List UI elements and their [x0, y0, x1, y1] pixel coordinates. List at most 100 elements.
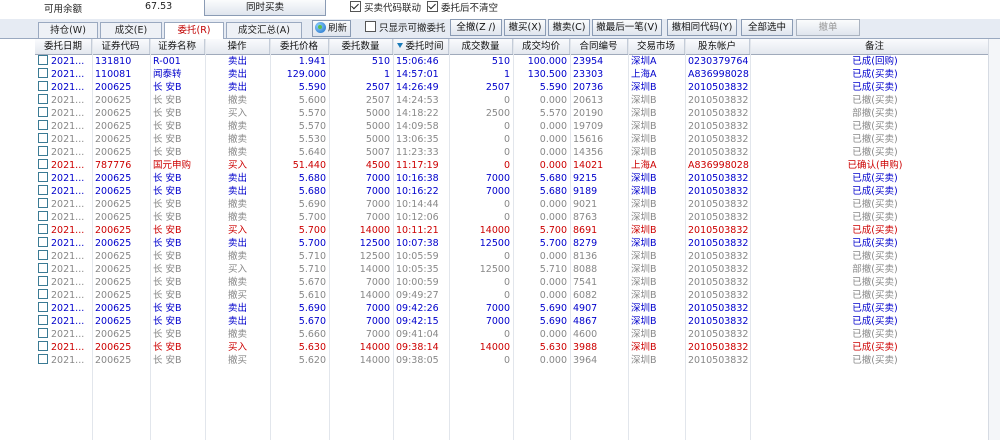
col-header-order-time[interactable]: 委托时间: [393, 39, 449, 54]
cell-text: 卖出: [227, 69, 247, 80]
cell-contract-no: 20613: [570, 94, 628, 107]
row-select-checkbox[interactable]: [38, 185, 48, 195]
cell-order-quantity: 7000: [329, 315, 393, 328]
tab-orders[interactable]: 委托(R): [164, 22, 224, 39]
row-select-checkbox[interactable]: [38, 159, 48, 169]
refresh-button[interactable]: 刷新: [312, 20, 352, 37]
col-header-order-quantity[interactable]: 委托数量: [329, 39, 393, 54]
cancel-buy-button[interactable]: 撤买(X): [504, 19, 546, 36]
table-row[interactable]: 2021... 200625 长 安B 撤卖 5.670 7000 10:00:59 0 0.0…: [35, 276, 1000, 289]
col-header-operation[interactable]: 操作: [205, 39, 270, 54]
cell-security-code: 200625: [92, 172, 150, 185]
col-header-order-date[interactable]: 委托日期: [35, 39, 92, 54]
row-select-checkbox[interactable]: [38, 172, 48, 182]
table-row[interactable]: 2021... 200625 长 安B 撤买 5.610 14000 09:49:27 0 0.…: [35, 289, 1000, 302]
col-header-security-name[interactable]: 证券名称: [150, 39, 205, 54]
table-row[interactable]: 2021... 200625 长 安B 卖出 5.590 2507 14:26:49 2507…: [35, 81, 1000, 94]
table-row[interactable]: 2021... 200625 长 安B 卖出 5.670 7000 09:42:15 7000…: [35, 315, 1000, 328]
row-select-checkbox[interactable]: [38, 276, 48, 286]
row-select-checkbox[interactable]: [38, 55, 48, 65]
col-header-remark[interactable]: 备注: [750, 39, 1000, 54]
row-select-checkbox[interactable]: [38, 120, 48, 130]
table-row[interactable]: 2021... 200625 长 安B 卖出 5.700 12500 10:07:38 125…: [35, 237, 1000, 250]
table-row[interactable]: 2021... 200625 长 安B 撤卖 5.640 5007 11:23:33 0 0.0…: [35, 146, 1000, 159]
table-row[interactable]: 2021... 787776 国元申购 买入 51.440 4500 11:17:19 0 0.…: [35, 159, 1000, 172]
cell-text: 0: [503, 199, 510, 210]
row-select-checkbox[interactable]: [38, 107, 48, 117]
cell-filled-quantity: 510: [449, 55, 513, 68]
col-header-label: 委托时间: [405, 41, 444, 52]
cell-text: 2021...: [51, 225, 85, 236]
row-select-checkbox[interactable]: [38, 341, 48, 351]
table-row[interactable]: 2021... 200625 长 安B 卖出 5.680 7000 10:16:38 7000…: [35, 172, 1000, 185]
tab-trade-summary[interactable]: 成交汇总(A): [226, 22, 302, 38]
row-select-checkbox[interactable]: [38, 354, 48, 364]
cell-shareholder-account: 2010503832: [685, 224, 750, 237]
tab-trades[interactable]: 成交(E): [100, 22, 162, 38]
table-row[interactable]: 2021... 200625 长 安B 卖出 5.680 7000 10:16:22 7000…: [35, 185, 1000, 198]
row-select-checkbox[interactable]: [38, 263, 48, 273]
row-select-checkbox[interactable]: [38, 224, 48, 234]
cancel-same-code-button[interactable]: 撤相同代码(Y): [667, 19, 737, 36]
col-header-market[interactable]: 交易市场: [628, 39, 685, 54]
table-row[interactable]: 2021... 200625 长 安B 撤卖 5.660 7000 09:41:04 0 0.0…: [35, 328, 1000, 341]
only-cancelable-check-icon[interactable]: [365, 21, 376, 32]
table-row[interactable]: 2021... 200625 长 安B 撤卖 5.690 7000 10:14:44 0 0.0…: [35, 198, 1000, 211]
cancel-all-button[interactable]: 全撤(Z /): [450, 19, 502, 36]
no-clear-check-icon[interactable]: [427, 1, 438, 12]
cell-text: 5.570: [539, 108, 567, 119]
row-select-checkbox[interactable]: [38, 315, 48, 325]
table-row[interactable]: 2021... 200625 长 安B 撤卖 5.570 5000 14:09:58 0 0.0…: [35, 120, 1000, 133]
row-select-checkbox[interactable]: [38, 198, 48, 208]
cell-order-quantity: 2507: [329, 81, 393, 94]
cell-security-name: 闻泰转: [150, 68, 205, 81]
row-select-checkbox[interactable]: [38, 289, 48, 299]
row-select-checkbox[interactable]: [38, 146, 48, 156]
table-row[interactable]: 2021... 131810 R-001 卖出 1.941 510 15:06:46 510 1…: [35, 55, 1000, 68]
table-row[interactable]: 2021... 200625 长 安B 买入 5.570 5000 14:18:22 2500…: [35, 107, 1000, 120]
code-link-checkbox[interactable]: 买卖代码联动: [350, 1, 421, 15]
table-row[interactable]: 2021... 200625 长 安B 撤卖 5.710 12500 10:05:59 0 0.…: [35, 250, 1000, 263]
tab-positions[interactable]: 持仓(W): [38, 22, 98, 38]
only-cancelable-checkbox[interactable]: 只显示可撤委托: [365, 21, 446, 35]
cell-order-quantity: 1: [329, 68, 393, 81]
code-link-check-icon[interactable]: [350, 1, 361, 12]
col-header-contract-no[interactable]: 合同编号: [570, 39, 628, 54]
cell-operation: 撤卖: [205, 133, 270, 146]
cell-text: 长 安B: [153, 134, 182, 145]
table-row[interactable]: 2021... 200625 长 安B 买入 5.710 14000 10:05:35 125…: [35, 263, 1000, 276]
simultaneous-trade-button[interactable]: 同时买卖: [204, 0, 326, 16]
row-select-checkbox[interactable]: [38, 68, 48, 78]
col-header-order-price[interactable]: 委托价格: [270, 39, 329, 54]
cancel-order-button[interactable]: 撤单: [796, 19, 860, 36]
col-header-shareholder-account[interactable]: 股东帐户: [685, 39, 750, 54]
row-select-checkbox[interactable]: [38, 94, 48, 104]
cell-text: 8691: [573, 225, 598, 236]
cancel-sell-button[interactable]: 撤卖(C): [548, 19, 590, 36]
table-row[interactable]: 2021... 200625 长 安B 卖出 5.690 7000 09:42:26 7000…: [35, 302, 1000, 315]
col-header-security-code[interactable]: 证券代码: [92, 39, 150, 54]
col-header-filled-quantity[interactable]: 成交数量: [449, 39, 513, 54]
row-select-checkbox[interactable]: [38, 81, 48, 91]
table-row[interactable]: 2021... 200625 长 安B 撤买 5.620 14000 09:38:05 0 0.…: [35, 354, 1000, 367]
cell-text: 7000: [365, 173, 390, 184]
row-select-checkbox[interactable]: [38, 237, 48, 247]
cancel-last-button[interactable]: 撤最后一笔(V): [592, 19, 662, 36]
select-all-button[interactable]: 全部选中: [741, 19, 793, 36]
cell-text: 8088: [573, 264, 598, 275]
vertical-scrollbar[interactable]: [988, 39, 1000, 440]
row-select-checkbox[interactable]: [38, 302, 48, 312]
table-row[interactable]: 2021... 110081 闻泰转 卖出 129.000 1 14:57:01 1 130.5…: [35, 68, 1000, 81]
table-row[interactable]: 2021... 200625 长 安B 买入 5.700 14000 10:11:21 140…: [35, 224, 1000, 237]
table-row[interactable]: 2021... 200625 长 安B 撤卖 5.530 5000 13:06:35 0 0.0…: [35, 133, 1000, 146]
table-row[interactable]: 2021... 200625 长 安B 买入 5.630 14000 09:38:14 140…: [35, 341, 1000, 354]
row-select-checkbox[interactable]: [38, 250, 48, 260]
col-header-label: 成交数量: [461, 41, 500, 52]
row-select-checkbox[interactable]: [38, 211, 48, 221]
row-select-checkbox[interactable]: [38, 328, 48, 338]
no-clear-checkbox[interactable]: 委托后不清空: [427, 1, 498, 15]
col-header-avg-fill-price[interactable]: 成交均价: [513, 39, 570, 54]
table-row[interactable]: 2021... 200625 长 安B 撤卖 5.700 7000 10:12:06 0 0.0…: [35, 211, 1000, 224]
row-select-checkbox[interactable]: [38, 133, 48, 143]
table-row[interactable]: 2021... 200625 长 安B 撤卖 5.600 2507 14:24:53 0 0.0…: [35, 94, 1000, 107]
